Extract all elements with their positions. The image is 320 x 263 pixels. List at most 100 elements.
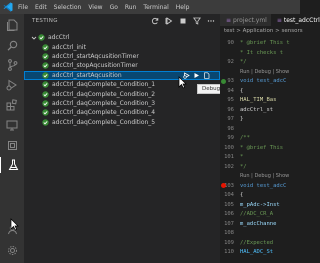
menu-go[interactable]: Go [110, 4, 118, 11]
code-text: { [240, 192, 244, 198]
test-item-row[interactable]: adcCtrl_daqComplete_Condition_2 [24, 89, 220, 98]
line-number: 90 [227, 40, 234, 46]
code-line: 110 HAL_ADC_St [220, 248, 300, 256]
refresh-tests-icon[interactable] [150, 16, 160, 26]
line-number: 106 [224, 211, 234, 217]
menu-help[interactable]: Help [176, 4, 190, 11]
device-icon[interactable] [4, 137, 20, 153]
editor-tab[interactable]: ≡test_adcCtrl.c [270, 14, 320, 26]
run-test-icon[interactable] [193, 72, 200, 79]
sidebar-header: TESTING [24, 14, 220, 28]
stop-tests-icon[interactable] [178, 16, 188, 26]
test-item-row[interactable]: adcCtrl_startAqcusitionTimer [24, 52, 220, 61]
file-icon: ≡ [226, 16, 232, 24]
line-number: 92 [227, 59, 234, 65]
code-line: 103 void test_adcC [220, 182, 300, 190]
breadcrumb[interactable]: test > Application > sensors [220, 26, 303, 36]
menu-selection[interactable]: Selection [54, 4, 82, 11]
passed-icon [38, 34, 45, 41]
menu-file[interactable]: File [18, 4, 28, 11]
test-passed-gutter-icon[interactable] [221, 78, 226, 84]
code-line: 102 */ [220, 163, 300, 171]
editor-tab[interactable]: ≡ project.yml [220, 14, 271, 26]
code-line: 108 [220, 229, 300, 237]
gear-icon[interactable] [4, 242, 20, 258]
code-text: /** [240, 135, 250, 141]
code-text: void test_adcC [240, 182, 287, 189]
code-line: 105 m_pAdc->Inst [220, 201, 300, 209]
code-text: */ [240, 163, 247, 170]
code-line: 94 { [220, 87, 300, 95]
code-text: * @brief This [240, 144, 284, 151]
sidebar-title: TESTING [32, 18, 58, 24]
line-number: 98 [227, 125, 234, 132]
code-text: m_adcChanne [240, 220, 277, 227]
editor: ≡project.yml≡test_adcCtrl.c test > Appli… [220, 14, 320, 263]
extensions-icon[interactable] [4, 97, 20, 113]
line-number: 96 [227, 106, 234, 113]
menu-view[interactable]: View [88, 4, 102, 11]
code-text: } [240, 116, 244, 122]
mouse-pointer-icon [10, 218, 19, 233]
code-text: void test_adcC [240, 78, 287, 84]
mouse-pointer-icon [178, 76, 187, 91]
vscode-logo-icon [2, 1, 14, 13]
test-item-label: adcCtrl_daqComplete_Condition_4 [52, 109, 156, 117]
codelens-actions[interactable]: Run | Debug | Show [220, 68, 300, 76]
search-icon[interactable] [4, 37, 20, 53]
chevron-down-icon[interactable] [30, 34, 38, 42]
menu-edit[interactable]: Edit [35, 4, 47, 11]
code-text: { [240, 87, 244, 94]
code-line: 100 * @brief This [220, 144, 300, 152]
test-item-label: adcCtrl_stopAqcusitionTimer [52, 62, 138, 70]
test-item-row[interactable]: adcCtrl_daqComplete_Condition_5 [24, 118, 220, 127]
line-number: 97 [227, 116, 234, 122]
passed-icon [42, 72, 49, 79]
menu-run[interactable]: Run [125, 4, 137, 11]
test-item-row[interactable]: adcCtrl_startAqcusition [24, 70, 220, 80]
test-suite-row[interactable]: adcCtrl [24, 33, 220, 42]
test-item-row[interactable]: adcCtrl_daqComplete_Condition_1 [24, 80, 220, 89]
passed-icon [42, 90, 49, 98]
menu-terminal[interactable]: Terminal [143, 4, 168, 11]
code-line: 93 void test_adcC [220, 77, 300, 85]
passed-icon [42, 43, 49, 51]
code-text: * [240, 154, 244, 160]
line-number: 101 [224, 154, 234, 160]
code-line: 106 //ADC_CR_A [220, 210, 300, 218]
line-number: 107 [224, 220, 234, 227]
passed-icon [42, 81, 49, 88]
test-item-row[interactable]: adcCtrl_stopAqcusitionTimer [24, 61, 220, 70]
test-tree: adcCtrl adcCtrl_init adcCtrl_startAqcusit… [24, 28, 220, 127]
test-suite-label: adcCtrl [48, 34, 70, 42]
code-text: //ADC_CR_A [240, 211, 274, 217]
source-control-icon[interactable] [4, 57, 20, 73]
remote-explorer-icon[interactable] [4, 117, 20, 133]
test-item-label: adcCtrl_daqComplete_Condition_5 [52, 118, 156, 126]
testing-icon[interactable] [0, 157, 25, 173]
run-all-tests-icon[interactable] [164, 16, 174, 26]
test-item-row[interactable]: adcCtrl_daqComplete_Condition_4 [24, 108, 220, 117]
test-failed-gutter-icon[interactable] [221, 183, 226, 188]
passed-icon [42, 109, 49, 117]
codelens-actions[interactable]: Run | Debug | Show [220, 172, 300, 180]
test-item-label: adcCtrl_init [52, 43, 86, 51]
files-icon[interactable] [4, 17, 20, 33]
code-line: 92 */ [220, 58, 300, 66]
test-item-label: adcCtrl_startAqcusition [52, 71, 122, 79]
code-line: 97} [220, 115, 300, 123]
test-item-row[interactable]: adcCtrl_daqComplete_Condition_3 [24, 99, 220, 108]
test-item-row[interactable]: adcCtrl_init [24, 42, 220, 51]
testing-sidebar: TESTING adcCtrl adcCtrl_init adcCtrl_sta… [24, 14, 220, 263]
line-number: 109 [224, 239, 234, 246]
tab-bar: ≡project.yml≡test_adcCtrl.c [220, 14, 320, 26]
go-to-test-icon[interactable] [203, 72, 210, 79]
more-actions-icon[interactable] [206, 16, 216, 26]
code-line: 90 * @brief This t [220, 39, 300, 47]
code-area[interactable]: 90 * @brief This t * It checks t 92 */ Run… [220, 39, 300, 263]
run-debug-icon[interactable] [4, 77, 20, 93]
code-text: * It checks t [240, 49, 284, 56]
passed-icon [42, 53, 49, 60]
title-bar: File Edit Selection View Go Run Terminal Help [0, 0, 300, 14]
filter-icon[interactable] [192, 16, 202, 26]
